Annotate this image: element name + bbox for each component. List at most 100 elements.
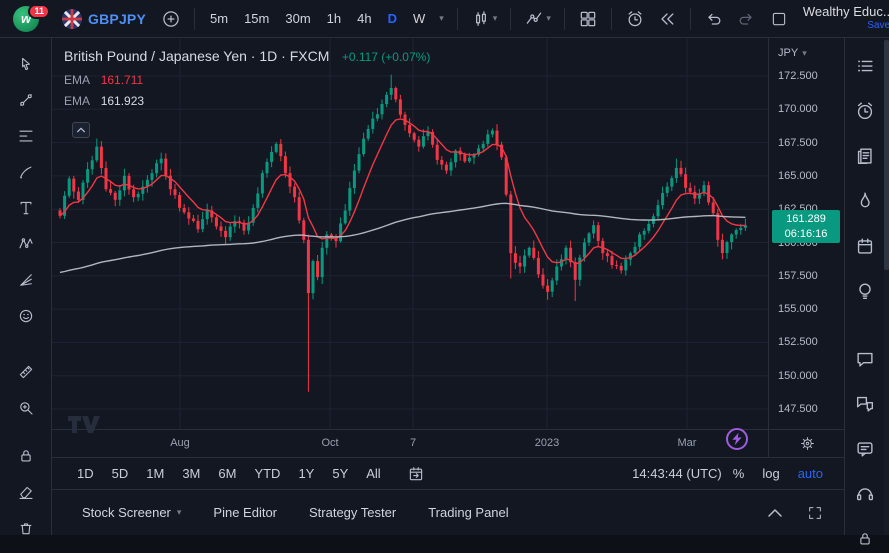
tab-stock-screener[interactable]: Stock Screener ▾ [70, 499, 193, 526]
layout-name[interactable]: Wealthy Educ.. [803, 5, 889, 20]
forecast-tool-icon[interactable] [11, 266, 41, 294]
calendar-icon[interactable] [851, 232, 879, 260]
messages-icon[interactable] [851, 435, 879, 463]
ideas-icon[interactable] [851, 277, 879, 305]
help-icon[interactable] [851, 480, 879, 508]
go-to-date-icon [407, 465, 425, 483]
range-3m[interactable]: 3M [175, 463, 207, 484]
range-toolbar: 1D 5D 1M 3M 6M YTD 1Y 5Y All 14:43:44 (U… [52, 457, 844, 489]
chat-icon[interactable] [851, 345, 879, 373]
chart-style-button[interactable]: ▾ [466, 6, 503, 32]
range-all[interactable]: All [359, 463, 387, 484]
tab-trading-panel[interactable]: Trading Panel [416, 499, 520, 526]
time-tick: Oct [321, 437, 338, 449]
price-tick: 170.000 [778, 103, 818, 115]
news-icon[interactable] [851, 142, 879, 170]
trash-tool-icon[interactable] [11, 514, 41, 542]
timeframe-30m[interactable]: 30m [278, 7, 317, 30]
brush-tool-icon[interactable] [11, 158, 41, 186]
candlestick-icon [471, 9, 491, 29]
ruler-tool-icon[interactable] [11, 358, 41, 386]
fib-retracement-tool-icon[interactable] [11, 122, 41, 150]
chart-title[interactable]: British Pound / Japanese Yen · 1D · FXCM [64, 48, 329, 64]
timeframe-5m[interactable]: 5m [203, 7, 235, 30]
main-area: British Pound / Japanese Yen · 1D · FXCM… [0, 38, 889, 535]
alert-button[interactable] [620, 6, 650, 32]
trading-app: w 11 GBPJPY 5m 15m 30m 1h 4h [0, 0, 889, 535]
chart-settings-button[interactable] [795, 433, 820, 454]
indicators-button[interactable]: ▾ [519, 6, 556, 32]
range-1m[interactable]: 1M [139, 463, 171, 484]
range-1y[interactable]: 1Y [291, 463, 321, 484]
toolbar-divider [564, 8, 565, 30]
range-1d[interactable]: 1D [70, 463, 101, 484]
range-5d[interactable]: 5D [105, 463, 136, 484]
compare-add-button[interactable] [156, 6, 186, 32]
layout-select-button[interactable] [765, 7, 793, 31]
emoji-tool-icon[interactable] [11, 302, 41, 330]
undo-button[interactable] [699, 6, 729, 32]
chart-canvas[interactable]: British Pound / Japanese Yen · 1D · FXCM… [52, 38, 768, 457]
app-logo[interactable]: w 11 [0, 6, 52, 32]
symbol-button[interactable]: GBPJPY [54, 5, 154, 33]
time-tick: Aug [170, 437, 190, 449]
watchlist-icon[interactable] [851, 52, 879, 80]
panel-collapse-button[interactable] [762, 504, 788, 522]
right-sidebar [845, 38, 889, 535]
auto-scale-button[interactable]: auto [791, 463, 830, 484]
layout-grid-button[interactable] [573, 6, 603, 32]
log-scale-button[interactable]: log [755, 463, 786, 484]
zoom-tool-icon[interactable] [11, 394, 41, 422]
scrollbar-thumb[interactable] [884, 40, 889, 270]
page-scrollbar[interactable] [884, 38, 889, 535]
go-to-date-button[interactable] [402, 462, 430, 486]
time-axis[interactable]: Aug Oct 7 2023 Mar [52, 429, 768, 457]
cursor-tool-icon[interactable] [11, 50, 41, 78]
chevron-up-icon [76, 126, 86, 134]
alerts-icon[interactable] [851, 97, 879, 125]
interval-menu-button[interactable]: ▾ [434, 11, 449, 26]
save-button[interactable]: Save [867, 20, 889, 32]
trend-line-tool-icon[interactable] [11, 86, 41, 114]
timeframe-1d[interactable]: D [381, 7, 404, 30]
time-tick: 7 [410, 437, 416, 449]
community-icon[interactable] [851, 390, 879, 418]
clock-utc[interactable]: 14:43:44 (UTC) [632, 466, 722, 481]
sidebar-lock-icon[interactable] [851, 525, 879, 553]
legend-collapse-button[interactable] [72, 122, 90, 138]
text-tool-icon[interactable] [11, 194, 41, 222]
eraser-tool-icon[interactable] [11, 478, 41, 506]
tab-label: Pine Editor [213, 505, 277, 520]
tab-strategy-tester[interactable]: Strategy Tester [297, 499, 408, 526]
chart-column: British Pound / Japanese Yen · 1D · FXCM… [52, 38, 845, 535]
percent-scale-button[interactable]: % [726, 463, 752, 484]
ema-legend-row[interactable]: EMA 161.923 [64, 94, 430, 108]
price-axis[interactable]: JPY ▾ 172.500 170.000 167.500 165.000 16… [768, 38, 845, 457]
range-5y[interactable]: 5Y [325, 463, 355, 484]
tab-label: Strategy Tester [309, 505, 396, 520]
price-tick: 150.000 [778, 370, 818, 382]
plus-circle-icon [161, 9, 181, 29]
range-6m[interactable]: 6M [211, 463, 243, 484]
ema-fast-value: 161.711 [101, 73, 144, 87]
price-axis-currency[interactable]: JPY ▾ [778, 47, 807, 59]
symbol-label: GBPJPY [88, 11, 146, 27]
price-tick: 147.500 [778, 403, 818, 415]
chart-row: British Pound / Japanese Yen · 1D · FXCM… [52, 38, 844, 457]
timeframe-1w[interactable]: W [406, 7, 432, 30]
redo-button[interactable] [731, 6, 761, 32]
xabcd-pattern-tool-icon[interactable] [11, 230, 41, 258]
timeframe-15m[interactable]: 15m [237, 7, 276, 30]
ema-legend-row[interactable]: EMA 161.711 [64, 73, 430, 87]
hotlists-icon[interactable] [851, 187, 879, 215]
lock-tool-icon[interactable] [11, 442, 41, 470]
timeframe-1h[interactable]: 1h [320, 7, 348, 30]
timeframe-4h[interactable]: 4h [350, 7, 378, 30]
price-tick: 172.500 [778, 70, 818, 82]
chevron-down-icon: ▾ [177, 508, 182, 517]
range-ytd[interactable]: YTD [247, 463, 287, 484]
tab-pine-editor[interactable]: Pine Editor [201, 499, 289, 526]
instant-trading-button[interactable] [726, 428, 748, 450]
panel-fullscreen-button[interactable] [802, 502, 828, 524]
replay-button[interactable] [652, 6, 682, 32]
